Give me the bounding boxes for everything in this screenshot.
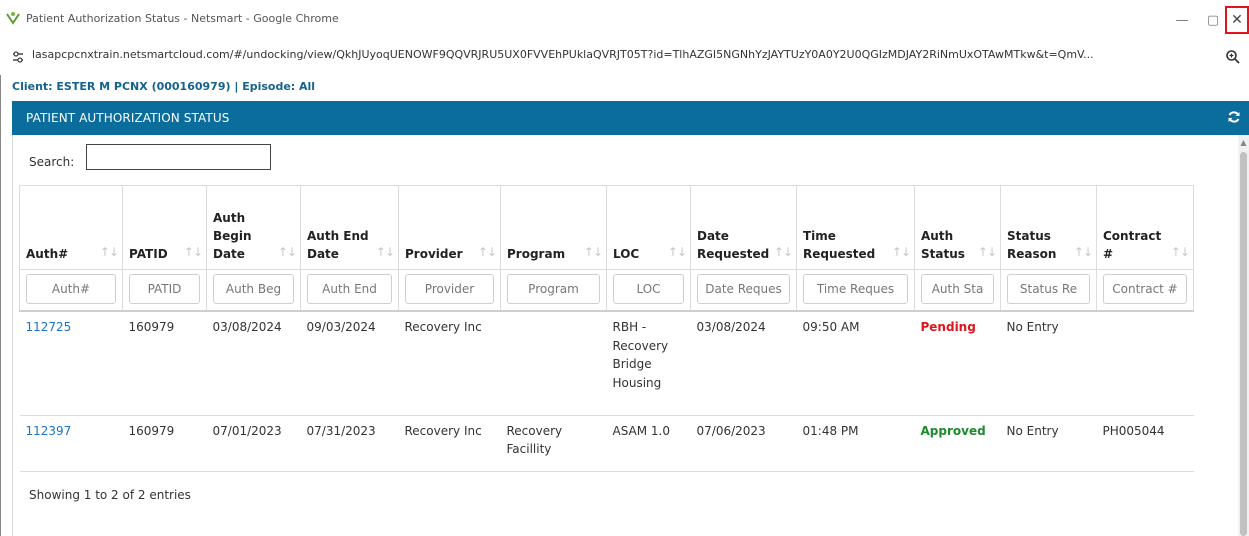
cell-date-requested: 07/06/2023 [690,414,797,472]
panel-header: PATIENT AUTHORIZATION STATUS [12,101,1249,135]
address-bar: lasapcpcnxtrain.netsmartcloud.com/#/undo… [0,38,1249,75]
col-header-auth-end-date[interactable]: Auth End Date ↑↓ [300,185,399,270]
col-header-auth[interactable]: Auth# ↑↓ [19,185,123,270]
title-bar: Patient Authorization Status - Netsmart … [0,0,1249,40]
col-header-provider[interactable]: Provider ↑↓ [398,185,501,270]
filter-patid-input[interactable] [129,274,200,304]
filter-provider-input[interactable] [405,274,494,304]
col-header-patid[interactable]: PATID ↑↓ [122,185,207,270]
col-header-auth-status[interactable]: Auth Status ↑↓ [914,185,1001,270]
cell-loc: ASAM 1.0 [606,414,691,472]
table-row: 112397 160979 07/01/2023 07/31/2023 Reco… [19,414,1194,472]
cell-end: 07/31/2023 [300,414,399,472]
table-info: Showing 1 to 2 of 2 entries [29,488,191,502]
filter-time-requested-input[interactable] [803,274,908,304]
scroll-up-icon[interactable]: ▲ [1239,138,1248,148]
cell-patid: 160979 [122,310,207,416]
sort-icon: ↑↓ [583,245,603,259]
col-header-program[interactable]: Program ↑↓ [500,185,607,270]
cell-date-requested: 03/08/2024 [690,310,797,416]
url-text[interactable]: lasapcpcnxtrain.netsmartcloud.com/#/undo… [32,48,1222,61]
col-header-status-reason[interactable]: Status Reason ↑↓ [1000,185,1097,270]
search-label: Search: [29,155,75,169]
cell-loc: RBH - Recovery Bridge Housing [606,310,691,416]
cell-status-reason: No Entry [1000,310,1097,416]
cell-begin: 03/08/2024 [206,310,301,416]
sort-icon: ↑↓ [773,245,793,259]
close-icon: ✕ [1231,12,1243,28]
cell-time-requested: 01:48 PM [796,414,915,472]
maximize-icon: ▢ [1206,12,1220,28]
sort-icon: ↑↓ [891,245,911,259]
table-row: 112725 160979 03/08/2024 09/03/2024 Reco… [19,310,1194,416]
sort-icon: ↑↓ [477,245,497,259]
cell-end: 09/03/2024 [300,310,399,416]
zoom-icon[interactable] [1225,49,1241,65]
filter-loc-input[interactable] [613,274,684,304]
auth-link[interactable]: 112397 [26,424,72,438]
sort-icon: ↑↓ [277,245,297,259]
filter-auth-end-input[interactable] [307,274,392,304]
col-header-date-requested[interactable]: Date Requested ↑↓ [690,185,797,270]
filter-program-input[interactable] [507,274,600,304]
client-episode-line: Client: ESTER M PCNX (000160979) | Episo… [12,80,316,93]
filter-auth-input[interactable] [26,274,116,304]
cell-provider: Recovery Inc [398,414,501,472]
status-badge: Approved [920,423,986,438]
sort-icon: ↑↓ [183,245,203,259]
close-button[interactable]: ✕ [1225,6,1249,34]
col-header-auth-begin-date[interactable]: Auth Begin Date ↑↓ [206,185,301,270]
netsmart-logo-icon [6,12,20,25]
search-input[interactable] [86,144,271,170]
auth-link[interactable]: 112725 [26,320,72,334]
cell-status-reason: No Entry [1000,414,1097,472]
site-settings-icon[interactable] [11,50,25,64]
cell-begin: 07/01/2023 [206,414,301,472]
cell-patid: 160979 [122,414,207,472]
sort-icon: ↑↓ [99,245,119,259]
filter-auth-status-input[interactable] [921,274,994,304]
minimize-button[interactable]: — [1168,6,1196,34]
panel-title: PATIENT AUTHORIZATION STATUS [26,111,230,125]
scrollbar-thumb[interactable] [1240,152,1247,536]
sort-icon: ↑↓ [667,245,687,259]
sort-icon: ↑↓ [977,245,997,259]
filter-date-requested-input[interactable] [697,274,790,304]
col-header-time-requested[interactable]: Time Requested ↑↓ [796,185,915,270]
refresh-icon[interactable] [1227,110,1241,124]
col-header-contract[interactable]: Contract # ↑↓ [1096,185,1194,270]
minimize-icon: — [1175,12,1189,28]
filter-status-reason-input[interactable] [1007,274,1090,304]
cell-time-requested: 09:50 AM [796,310,915,416]
sort-icon: ↑↓ [1170,245,1190,259]
filter-contract-input[interactable] [1103,274,1187,304]
cell-program: Recovery Facillity [500,414,607,472]
status-badge: Pending [920,320,976,334]
window-title: Patient Authorization Status - Netsmart … [26,12,339,25]
col-header-loc[interactable]: LOC ↑↓ [606,185,691,270]
sort-icon: ↑↓ [375,245,395,259]
maximize-button[interactable]: ▢ [1199,6,1227,34]
cell-provider: Recovery Inc [398,310,501,416]
cell-contract [1096,310,1194,416]
sort-icon: ↑↓ [1073,245,1093,259]
cell-program [500,310,607,416]
cell-contract: PH005044 [1096,414,1194,472]
authorization-table: Auth# ↑↓ PATID ↑↓ Auth Begin Date ↑↓ Auth E… [19,185,1194,472]
content-area: Search: Auth# ↑↓ PATID ↑↓ Auth Begin Date ↑… [12,135,1238,536]
filter-auth-begin-input[interactable] [213,274,294,304]
